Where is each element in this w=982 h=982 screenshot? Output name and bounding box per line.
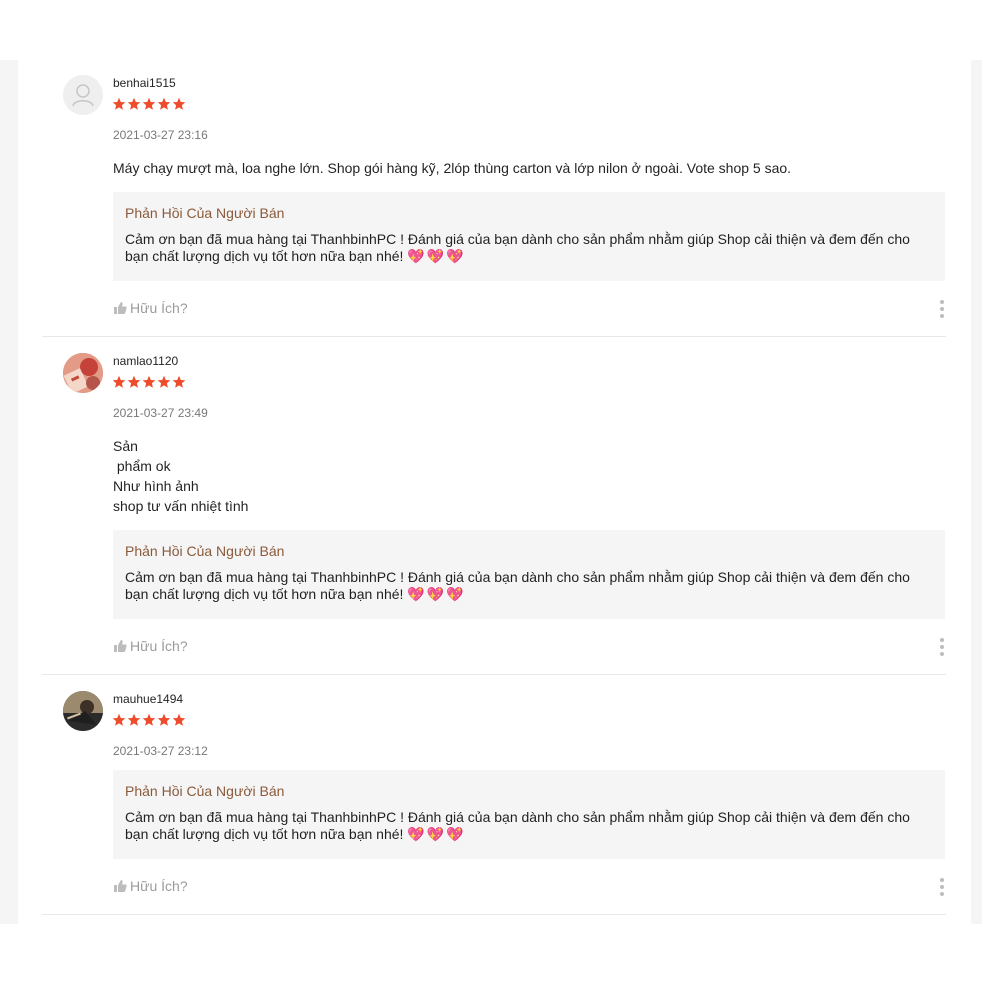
star-icon [172, 97, 186, 110]
review-datetime: 2021-03-27 23:16 [113, 128, 208, 142]
thumbs-up-icon [114, 880, 127, 892]
star-icon [112, 97, 126, 110]
page-gutter-left [0, 60, 17, 924]
heart-emoji: 💖💖💖 [407, 827, 466, 843]
heart-emoji: 💖💖💖 [407, 587, 466, 603]
star-icon [157, 375, 171, 388]
thumbs-up-icon [114, 640, 127, 652]
star-icon [172, 713, 186, 726]
avatar-default[interactable] [63, 75, 103, 115]
avatar-photo-icon [63, 691, 103, 731]
star-icon [112, 375, 126, 388]
seller-reply: Phản Hồi Của Người Bán Cảm ơn bạn đã mua… [113, 770, 945, 859]
helpful-button[interactable]: Hữu Ích? [113, 300, 188, 316]
avatar-user-photo[interactable] [63, 353, 103, 393]
helpful-label: Hữu Ích? [130, 878, 188, 894]
rating-stars [112, 375, 186, 389]
review-content: Máy chạy mượt mà, loa nghe lớn. Shop gói… [113, 160, 792, 176]
rating-stars [112, 97, 186, 111]
user-placeholder-icon [63, 75, 103, 115]
more-options-icon[interactable] [939, 300, 945, 318]
review-divider [42, 674, 946, 675]
rating-stars [112, 713, 186, 727]
more-options-icon[interactable] [939, 878, 945, 896]
star-icon [142, 375, 156, 388]
seller-reply-text: Cảm ơn bạn đã mua hàng tại ThanhbinhPC !… [125, 231, 910, 265]
star-icon [112, 713, 126, 726]
heart-emoji: 💖💖💖 [407, 249, 466, 265]
star-icon [127, 97, 141, 110]
star-icon [172, 375, 186, 388]
review-item: benhai1515 2021-03-27 23:16 Máy chạy mượ… [18, 60, 971, 338]
review-datetime: 2021-03-27 23:49 [113, 406, 208, 420]
helpful-button[interactable]: Hữu Ích? [113, 878, 188, 894]
review-username[interactable]: benhai1515 [113, 76, 176, 90]
avatar-photo-icon [63, 353, 103, 393]
review-item: mauhue1494 2021-03-27 23:12 Phản Hồi Của… [18, 676, 971, 916]
more-options-icon[interactable] [939, 638, 945, 656]
seller-reply: Phản Hồi Của Người Bán Cảm ơn bạn đã mua… [113, 192, 945, 281]
star-icon [157, 97, 171, 110]
review-divider [42, 336, 946, 337]
star-icon [157, 713, 171, 726]
review-username[interactable]: mauhue1494 [113, 692, 183, 706]
review-divider [42, 914, 946, 915]
star-icon [142, 97, 156, 110]
seller-reply-title: Phản Hồi Của Người Bán [125, 205, 285, 221]
review-item: namlao1120 2021-03-27 23:49 Sản phẩm ok … [18, 338, 971, 676]
helpful-label: Hữu Ích? [130, 300, 188, 316]
seller-reply-title: Phản Hồi Của Người Bán [125, 783, 285, 799]
helpful-button[interactable]: Hữu Ích? [113, 638, 188, 654]
reviews-list: benhai1515 2021-03-27 23:16 Máy chạy mượ… [17, 60, 972, 924]
star-icon [142, 713, 156, 726]
review-username[interactable]: namlao1120 [113, 354, 178, 368]
avatar-user-photo[interactable] [63, 691, 103, 731]
seller-reply-text: Cảm ơn bạn đã mua hàng tại ThanhbinhPC !… [125, 809, 910, 843]
seller-reply-text: Cảm ơn bạn đã mua hàng tại ThanhbinhPC !… [125, 569, 910, 603]
review-content: Sản phẩm ok Như hình ảnh shop tư vấn nhi… [113, 438, 249, 514]
thumbs-up-icon [114, 302, 127, 314]
review-datetime: 2021-03-27 23:12 [113, 744, 208, 758]
helpful-label: Hữu Ích? [130, 638, 188, 654]
star-icon [127, 713, 141, 726]
seller-reply: Phản Hồi Của Người Bán Cảm ơn bạn đã mua… [113, 530, 945, 619]
seller-reply-title: Phản Hồi Của Người Bán [125, 543, 285, 559]
star-icon [127, 375, 141, 388]
